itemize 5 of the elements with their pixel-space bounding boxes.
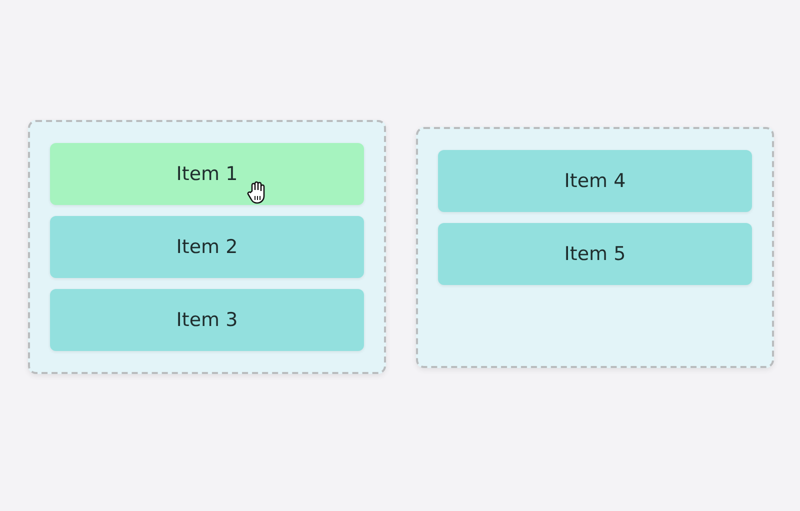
list-item[interactable]: Item 5 [438, 223, 752, 285]
list-item[interactable]: Item 3 [50, 289, 364, 351]
list-item[interactable]: Item 2 [50, 216, 364, 278]
list-item[interactable]: Item 4 [438, 150, 752, 212]
list-item[interactable]: Item 1 [50, 143, 364, 205]
